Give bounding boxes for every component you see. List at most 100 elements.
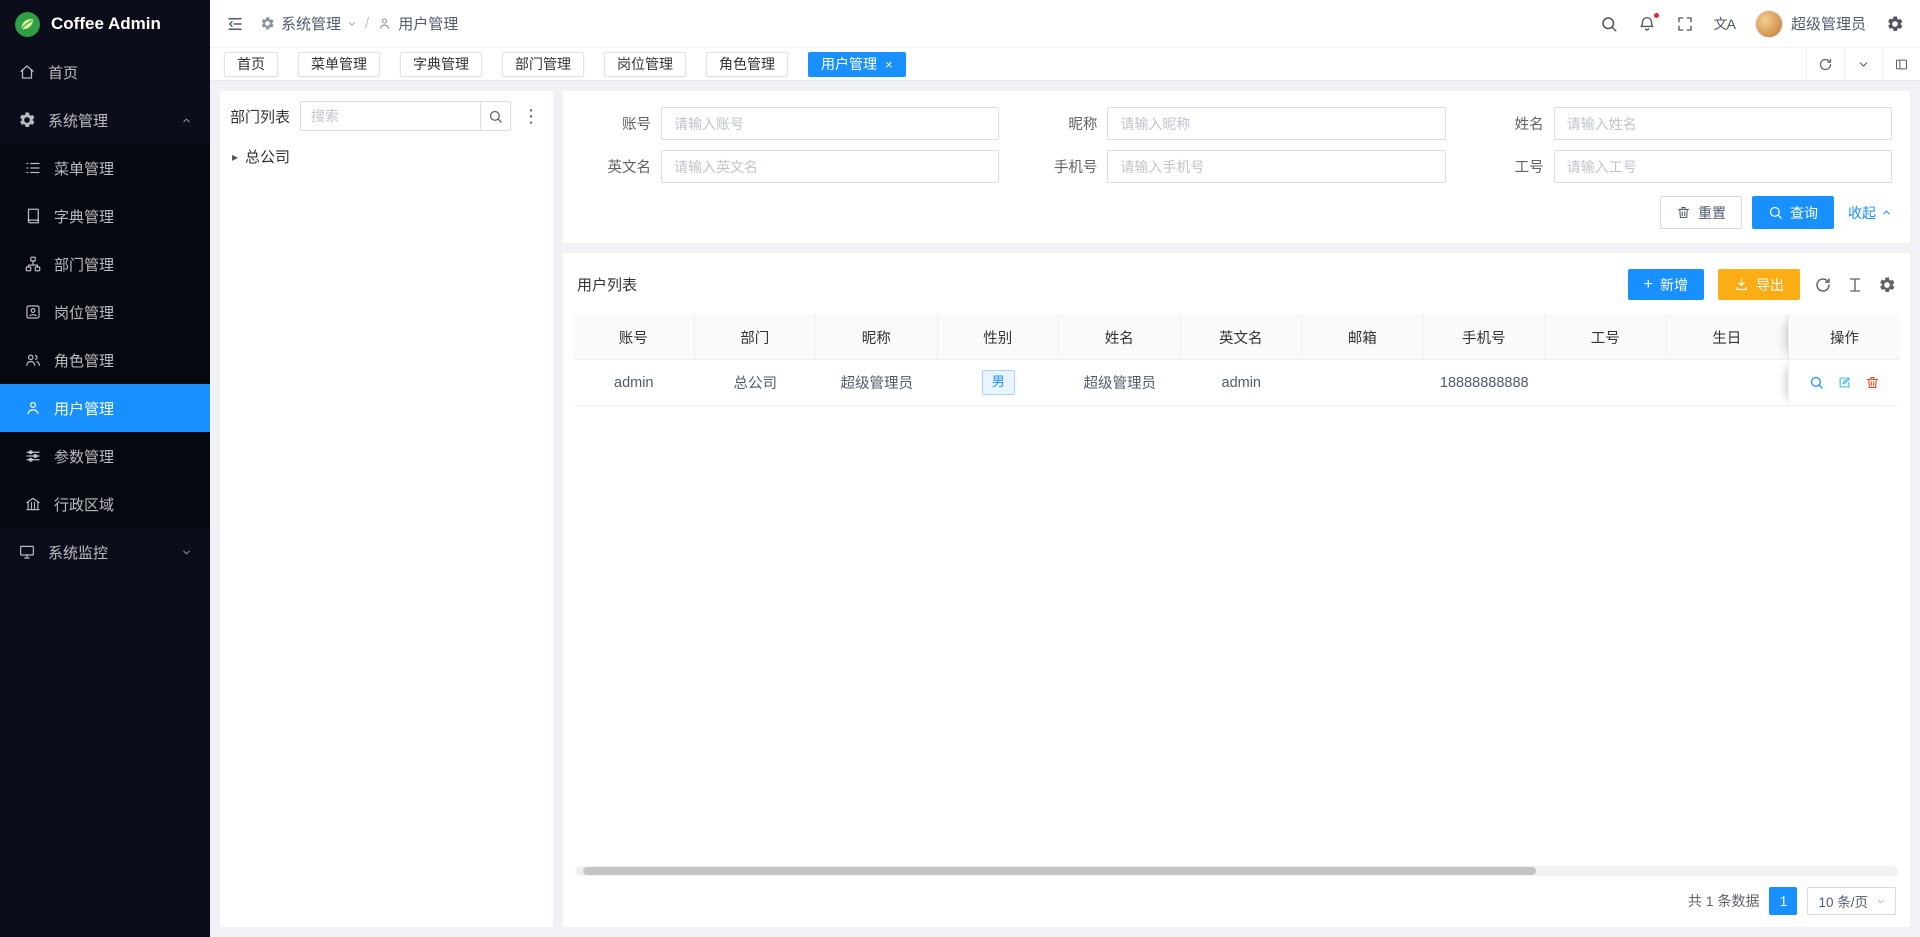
- view-detail-icon[interactable]: [1809, 375, 1824, 390]
- work-no-input[interactable]: [1554, 150, 1892, 183]
- table-header-row: 账号 部门 昵称 性别 姓名 英文名 邮箱 手机号 工号 生日 操作: [573, 314, 1900, 360]
- field-name: 姓名: [1474, 107, 1892, 140]
- name-input[interactable]: [1554, 107, 1892, 140]
- en-name-input[interactable]: [661, 150, 999, 183]
- app-root: Coffee Admin 首页 系统管理 菜单管理 字典管理: [0, 0, 1920, 937]
- sidebar-item-post-management[interactable]: 岗位管理: [0, 288, 210, 336]
- user-list-header: 用户列表 + 新增 导出: [573, 263, 1900, 314]
- tab-post-management[interactable]: 岗位管理: [604, 52, 686, 77]
- account-input[interactable]: [661, 107, 999, 140]
- filter-actions: 重置 查询 收起: [581, 196, 1892, 229]
- user-list-title: 用户列表: [577, 274, 637, 295]
- department-search-button[interactable]: [480, 101, 511, 131]
- sidebar: Coffee Admin 首页 系统管理 菜单管理 字典管理: [0, 0, 210, 937]
- table-toolbar: + 新增 导出: [1628, 269, 1896, 300]
- cell-gender: 男: [938, 360, 1060, 406]
- page-number-button[interactable]: 1: [1769, 887, 1797, 915]
- field-label: 账号: [581, 113, 661, 134]
- collapse-link[interactable]: 收起: [1848, 203, 1892, 223]
- tree-node-label: 总公司: [245, 146, 290, 167]
- tab-home[interactable]: 首页: [224, 52, 278, 77]
- col-work-no: 工号: [1545, 314, 1667, 360]
- sidebar-item-home[interactable]: 首页: [0, 48, 210, 96]
- sidebar-item-menu-management[interactable]: 菜单管理: [0, 144, 210, 192]
- sidebar-item-admin-region[interactable]: 行政区域: [0, 480, 210, 528]
- total-count-text: 共 1 条数据: [1688, 891, 1760, 911]
- sidebar-group-system[interactable]: 系统管理: [0, 96, 210, 144]
- field-en-name: 英文名: [581, 150, 999, 183]
- cell-phone: 18888888888: [1424, 360, 1546, 406]
- delete-icon[interactable]: [1865, 375, 1880, 390]
- id-badge-icon: [24, 303, 42, 321]
- tab-actions: [1806, 48, 1920, 80]
- user-menu[interactable]: 超级管理员: [1755, 10, 1866, 38]
- menu-fold-icon[interactable]: [226, 15, 244, 33]
- tabs: 首页 菜单管理 字典管理 部门管理 岗位管理 角色管理 用户管理×: [224, 48, 1806, 80]
- department-search-input[interactable]: [300, 101, 480, 131]
- tab-role-management[interactable]: 角色管理: [706, 52, 788, 77]
- sidebar-item-role-management[interactable]: 角色管理: [0, 336, 210, 384]
- tab-menu-management[interactable]: 菜单管理: [298, 52, 380, 77]
- cell-name: 超级管理员: [1059, 360, 1181, 406]
- table-row: admin 总公司 超级管理员 男 超级管理员 admin 1888888888…: [573, 360, 1900, 406]
- gear-icon: [18, 111, 36, 129]
- bank-icon: [24, 495, 42, 513]
- tree-expand-arrow-icon[interactable]: ▸: [232, 150, 238, 164]
- settings-gear-icon[interactable]: [1886, 15, 1904, 33]
- layout-toggle-icon[interactable]: [1882, 48, 1920, 80]
- table-empty-space: [573, 406, 1900, 866]
- filter-card: 账号 昵称 姓名 英文名: [563, 91, 1910, 243]
- sidebar-item-dict-management[interactable]: 字典管理: [0, 192, 210, 240]
- filter-form: 账号 昵称 姓名 英文名: [581, 107, 1892, 183]
- sidebar-group-monitor[interactable]: 系统监控: [0, 528, 210, 576]
- export-button[interactable]: 导出: [1718, 269, 1800, 300]
- phone-input[interactable]: [1107, 150, 1445, 183]
- sidebar-item-label: 行政区域: [54, 494, 114, 515]
- sidebar-item-dept-management[interactable]: 部门管理: [0, 240, 210, 288]
- field-phone: 手机号: [1027, 150, 1445, 183]
- col-dept: 部门: [695, 314, 817, 360]
- cell-operations: [1788, 360, 1900, 406]
- sidebar-item-label: 菜单管理: [54, 158, 114, 179]
- notification-bell-icon[interactable]: [1638, 15, 1656, 33]
- add-button[interactable]: + 新增: [1628, 269, 1704, 300]
- field-label: 手机号: [1027, 156, 1107, 177]
- breadcrumb-system[interactable]: 系统管理: [260, 13, 357, 34]
- chevron-down-icon[interactable]: [1844, 48, 1882, 80]
- row-height-icon[interactable]: [1846, 276, 1864, 294]
- edit-icon[interactable]: [1837, 375, 1852, 390]
- reset-button[interactable]: 重置: [1660, 196, 1742, 229]
- department-panel-header: 部门列表 ⋮: [230, 101, 543, 131]
- more-options-icon[interactable]: ⋮: [519, 106, 543, 127]
- fullscreen-icon[interactable]: [1676, 15, 1694, 33]
- sidebar-item-param-management[interactable]: 参数管理: [0, 432, 210, 480]
- refresh-icon[interactable]: [1814, 276, 1832, 294]
- refresh-icon[interactable]: [1806, 48, 1844, 80]
- top-header: 系统管理 / 用户管理 文A 超级管理员: [210, 0, 1920, 48]
- tree-node-head-office[interactable]: ▸ 总公司: [230, 143, 543, 170]
- sidebar-item-label: 部门管理: [54, 254, 114, 275]
- sidebar-item-user-management[interactable]: 用户管理: [0, 384, 210, 432]
- main-area: 系统管理 / 用户管理 文A 超级管理员: [210, 0, 1920, 937]
- column-settings-gear-icon[interactable]: [1878, 276, 1896, 294]
- nickname-input[interactable]: [1107, 107, 1445, 140]
- close-icon[interactable]: ×: [885, 58, 893, 71]
- user-table: 账号 部门 昵称 性别 姓名 英文名 邮箱 手机号 工号 生日 操作: [573, 314, 1900, 406]
- plus-icon: +: [1644, 277, 1653, 293]
- translate-icon[interactable]: 文A: [1714, 14, 1735, 34]
- tab-dept-management[interactable]: 部门管理: [502, 52, 584, 77]
- chevron-up-icon: [181, 115, 192, 126]
- page-size-select[interactable]: 10 条/页: [1807, 887, 1896, 915]
- scrollbar-thumb[interactable]: [583, 867, 1536, 875]
- user-list-card: 用户列表 + 新增 导出: [563, 253, 1910, 927]
- department-panel-title: 部门列表: [230, 106, 290, 127]
- gear-icon: [260, 16, 275, 31]
- sidebar-item-label: 角色管理: [54, 350, 114, 371]
- tab-dict-management[interactable]: 字典管理: [400, 52, 482, 77]
- tab-user-management[interactable]: 用户管理×: [808, 52, 906, 77]
- query-button[interactable]: 查询: [1752, 196, 1834, 229]
- sidebar-group-label: 系统监控: [48, 542, 108, 563]
- col-phone: 手机号: [1424, 314, 1546, 360]
- global-search-icon[interactable]: [1600, 15, 1618, 33]
- sidebar-item-label: 字典管理: [54, 206, 114, 227]
